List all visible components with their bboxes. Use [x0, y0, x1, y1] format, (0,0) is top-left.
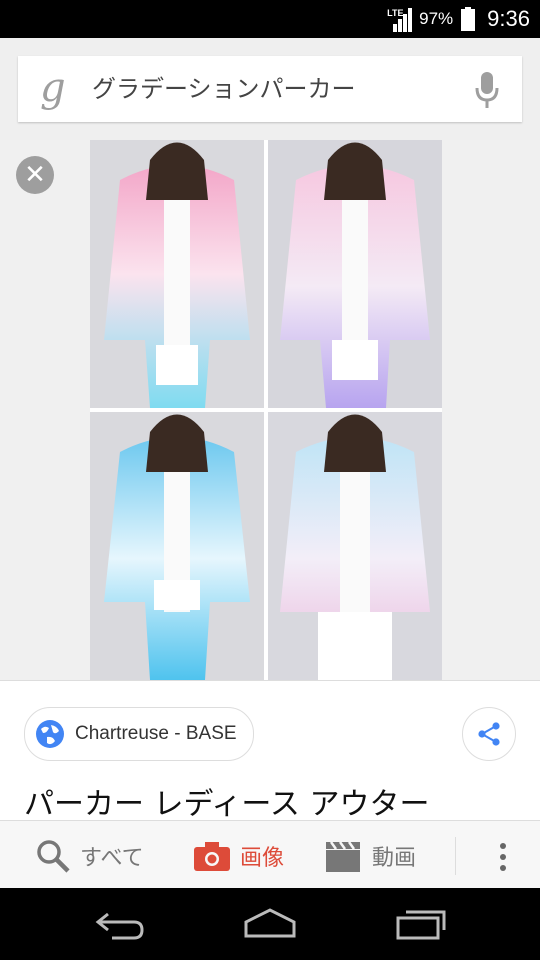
network-type: LTE	[387, 8, 404, 18]
photo-tile-pink-purple	[268, 140, 442, 408]
share-icon	[478, 722, 500, 746]
result-info: Chartreuse - BASE パーカー レディース アウター	[0, 680, 540, 823]
search-header: g グラデーションパーカー	[0, 38, 540, 140]
search-icon	[37, 840, 70, 873]
battery-percentage: 97%	[419, 9, 454, 28]
image-viewer: ✕	[0, 140, 540, 680]
search-tabs: すべて 画像 動画	[0, 820, 540, 891]
result-title[interactable]: パーカー レディース アウター	[24, 779, 429, 823]
battery-icon	[461, 7, 476, 31]
status-bar: LTE 97% 9:36	[0, 0, 540, 38]
tab-label: 動画	[372, 846, 417, 871]
more-vertical-icon[interactable]	[500, 843, 506, 871]
recents-icon[interactable]	[394, 906, 448, 940]
tab-label: 画像	[240, 846, 285, 871]
search-box[interactable]: g グラデーションパーカー	[18, 56, 522, 122]
search-query[interactable]: グラデーションパーカー	[92, 56, 356, 122]
microphone-icon[interactable]	[474, 72, 500, 108]
source-label: Chartreuse - BASE	[75, 723, 237, 744]
clapperboard-icon	[326, 841, 360, 872]
tab-images[interactable]: 画像	[194, 821, 284, 891]
photo-tile-blue-pink	[268, 412, 442, 680]
camera-icon	[194, 842, 230, 871]
close-icon[interactable]: ✕	[16, 156, 54, 194]
source-chip[interactable]: Chartreuse - BASE	[24, 707, 254, 761]
globe-icon	[36, 720, 64, 748]
share-button[interactable]	[462, 707, 516, 761]
product-image[interactable]	[90, 140, 442, 680]
tab-all[interactable]: すべて	[36, 821, 144, 891]
tab-videos[interactable]: 動画	[326, 821, 416, 891]
tab-divider	[455, 837, 456, 875]
google-g-icon[interactable]: g	[40, 64, 66, 112]
photo-tile-blue	[90, 412, 264, 680]
signal-icon: LTE	[387, 6, 413, 32]
tab-label: すべて	[80, 846, 144, 871]
back-icon[interactable]	[94, 906, 146, 940]
system-nav-bar	[0, 888, 540, 960]
clock: 9:36	[487, 6, 530, 31]
home-icon[interactable]	[242, 906, 298, 940]
photo-tile-pink-blue	[90, 140, 264, 408]
